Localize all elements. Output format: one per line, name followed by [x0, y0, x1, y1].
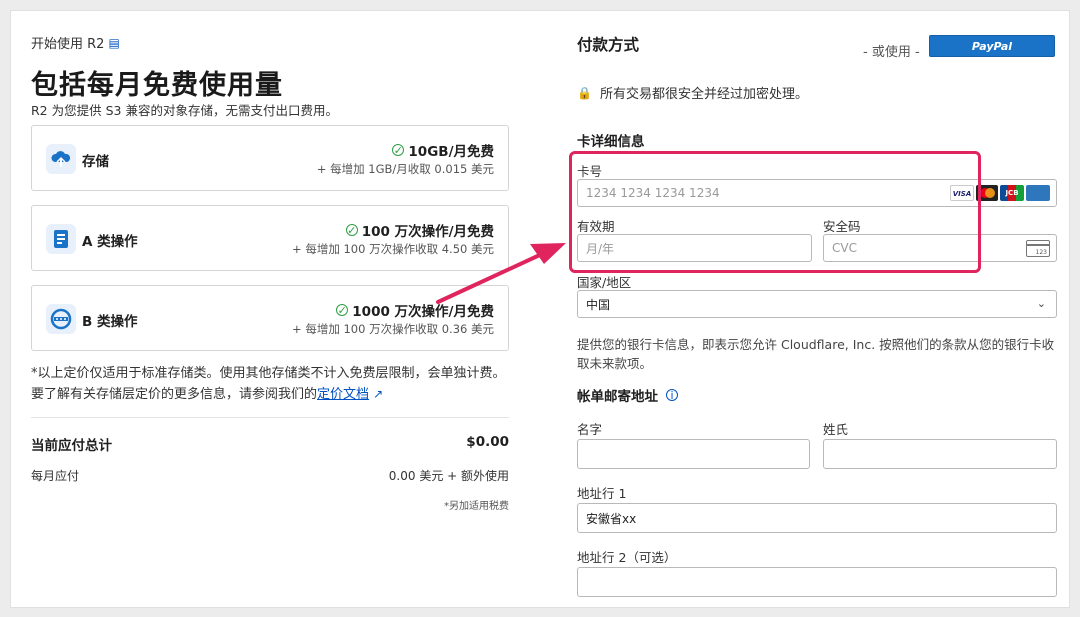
address-line1-input[interactable]: 安徽省xx [577, 503, 1057, 533]
card-number-label: 卡号 [577, 164, 603, 179]
jcb-icon: JCB [1000, 185, 1024, 201]
pricing-docs-link[interactable]: 定价文档 [317, 387, 369, 402]
card-details-title: 卡详细信息 [577, 134, 645, 150]
extra-price: + 每增加 100 万次操作收取 0.36 美元 [292, 322, 494, 336]
cvc-input[interactable]: CVC 123 [823, 234, 1057, 262]
payment-form: 付款方式 - 或使用 - PayPal 🔒 所有交易都很安全并经过加密处理。 卡… [577, 11, 1057, 607]
first-name-label: 名字 [577, 422, 603, 437]
class-a-operations-icon [46, 224, 76, 254]
expiry-label: 有效期 [577, 219, 615, 234]
tile-class-b: B 类操作 ✓ 1000 万次操作/月免费 + 每增加 100 万次操作收取 0.… [31, 285, 509, 351]
monthly-due-value: 0.00 美元 + 额外使用 [388, 469, 509, 483]
extra-price: + 每增加 1GB/月收取 0.015 美元 [316, 162, 494, 176]
card-brands: VISA JCB [950, 185, 1050, 201]
free-quota: ✓ 10GB/月免费 [392, 143, 494, 160]
expiry-input[interactable]: 月/年 [577, 234, 812, 262]
class-b-operations-icon [46, 304, 76, 334]
lock-icon: 🔒 [577, 85, 592, 100]
check-icon: ✓ [392, 143, 405, 157]
total-due-value: $0.00 [466, 434, 509, 450]
or-use-label: - 或使用 - [863, 45, 920, 60]
mastercard-icon [976, 185, 998, 201]
breadcrumb-label: 开始使用 R2 [31, 37, 105, 52]
external-link-icon: ↗ [373, 387, 384, 401]
amex-icon [1026, 185, 1050, 201]
paypal-button[interactable]: PayPal [929, 35, 1055, 57]
tile-name: B 类操作 [82, 314, 138, 330]
divider [31, 417, 509, 418]
free-quota: ✓ 1000 万次操作/月免费 [336, 303, 494, 320]
page-title: 包括每月免费使用量 [31, 70, 283, 101]
cvc-card-icon: 123 [1026, 240, 1050, 257]
breadcrumb: 开始使用 R2 ▤ [31, 33, 120, 53]
cvc-label: 安全码 [823, 219, 861, 234]
main-card: 开始使用 R2 ▤ 包括每月免费使用量 R2 为您提供 S3 兼容的对象存储，无… [10, 10, 1070, 608]
payment-method-title: 付款方式 [577, 36, 640, 54]
address-line2-input[interactable] [577, 567, 1057, 597]
authorization-text: 提供您的银行卡信息，即表示您允许 Cloudflare, Inc. 按照他们的条… [577, 337, 1055, 371]
tile-class-a: A 类操作 ✓ 100 万次操作/月免费 + 每增加 100 万次操作收取 4.5… [31, 205, 509, 271]
info-icon[interactable]: i [666, 389, 678, 402]
check-icon: ✓ [336, 303, 349, 317]
last-name-input[interactable] [823, 439, 1057, 469]
card-number-input[interactable]: 1234 1234 1234 1234 VISA JCB [577, 179, 1057, 207]
check-icon: ✓ [345, 223, 358, 237]
tax-note: *另加适用税费 [444, 501, 509, 512]
country-label: 国家/地区 [577, 275, 632, 290]
address-line2-label: 地址行 2（可选） [577, 550, 677, 565]
extra-price: + 每增加 100 万次操作收取 4.50 美元 [292, 242, 494, 256]
chevron-down-icon: ⌄ [1036, 297, 1046, 310]
page-subtitle: R2 为您提供 S3 兼容的对象存储，无需支付出口费用。 [31, 103, 338, 118]
address-line1-label: 地址行 1 [577, 486, 627, 501]
tile-name: 存储 [82, 154, 109, 170]
monthly-due-label: 每月应付 [31, 469, 80, 483]
billing-address-title: 帐单邮寄地址 i [577, 385, 678, 405]
last-name-label: 姓氏 [823, 422, 849, 437]
country-select[interactable]: 中国 ⌄ [577, 290, 1057, 318]
cloud-storage-icon [46, 144, 76, 174]
database-icon: ▤ [108, 35, 120, 50]
visa-icon: VISA [950, 185, 974, 201]
tile-storage: 存储 ✓ 10GB/月免费 + 每增加 1GB/月收取 0.015 美元 [31, 125, 509, 191]
first-name-input[interactable] [577, 439, 810, 469]
secure-notice: 🔒 所有交易都很安全并经过加密处理。 [577, 85, 808, 103]
free-quota: ✓ 100 万次操作/月免费 [345, 223, 494, 240]
total-due-label: 当前应付总计 [31, 438, 112, 454]
tile-name: A 类操作 [82, 234, 138, 250]
pricing-note: *以上定价仅适用于标准存储类。使用其他存储类不计入免费层限制，会单独计费。要了解… [31, 366, 506, 402]
